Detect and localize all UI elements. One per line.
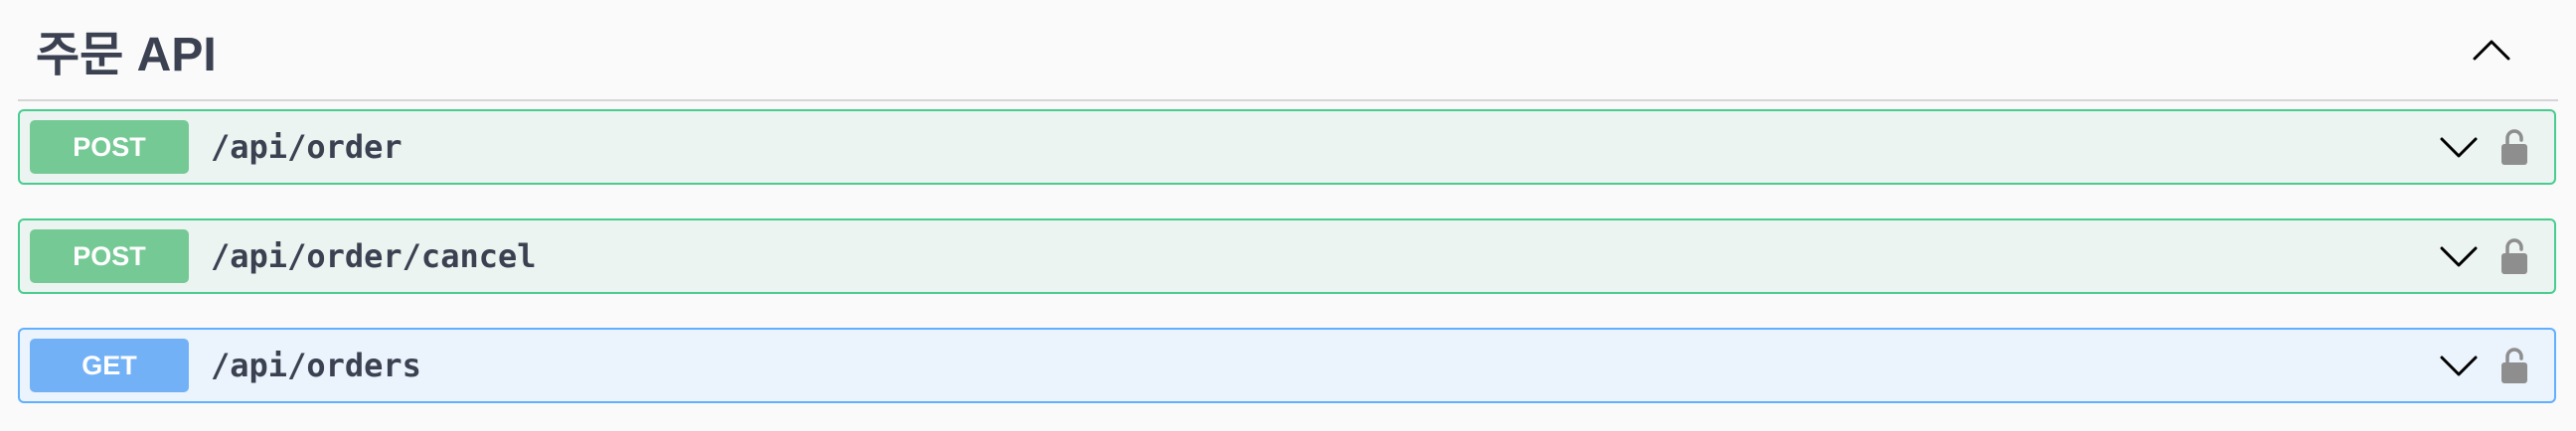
- tag-section-order-api: 주문 API: [18, 0, 2558, 101]
- chevron-up-icon[interactable]: [2457, 15, 2526, 84]
- operation-controls: [2429, 117, 2536, 177]
- method-badge: GET: [30, 339, 189, 392]
- operation-path: /api/order: [211, 128, 402, 166]
- tag-title: 주문 API: [36, 29, 217, 81]
- swagger-ui-page: 주문 API POST /api/order POST /api/order/c…: [0, 0, 2576, 431]
- unlocked-padlock-icon[interactable]: [2493, 336, 2536, 395]
- operation-post-api-order[interactable]: POST /api/order: [18, 109, 2556, 185]
- method-badge: POST: [30, 229, 189, 283]
- unlocked-padlock-icon[interactable]: [2493, 226, 2536, 286]
- unlocked-padlock-icon[interactable]: [2493, 117, 2536, 177]
- chevron-down-icon[interactable]: [2429, 117, 2489, 177]
- chevron-down-icon[interactable]: [2429, 226, 2489, 286]
- operation-get-api-orders[interactable]: GET /api/orders: [18, 328, 2556, 403]
- operation-post-api-order-cancel[interactable]: POST /api/order/cancel: [18, 218, 2556, 294]
- method-badge: POST: [30, 120, 189, 174]
- operation-controls: [2429, 226, 2536, 286]
- operation-path: /api/orders: [211, 347, 421, 384]
- chevron-down-icon[interactable]: [2429, 336, 2489, 395]
- operation-path: /api/order/cancel: [211, 237, 537, 275]
- tag-header[interactable]: 주문 API: [18, 0, 2558, 101]
- operation-controls: [2429, 336, 2536, 395]
